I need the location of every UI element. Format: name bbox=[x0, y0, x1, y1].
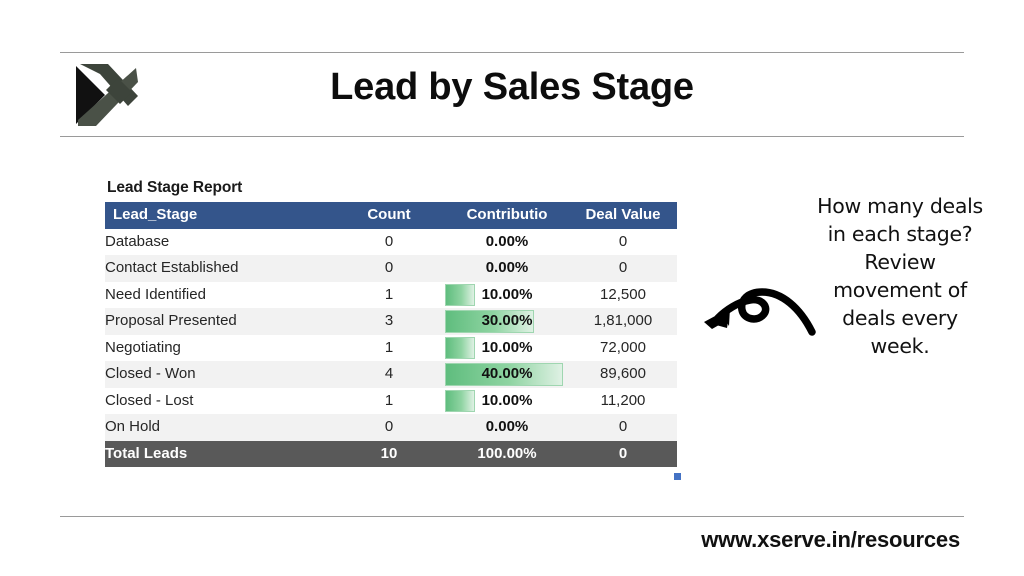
selection-handle[interactable] bbox=[674, 473, 681, 480]
footer-divider bbox=[60, 516, 964, 517]
table-body: Database 0 0.00% 0 Contact Established 0 0.00%… bbox=[105, 228, 677, 441]
table-row: Negotiating 1 10.00% 72,000 bbox=[105, 334, 677, 361]
cell-contribution: 10.00% bbox=[445, 387, 569, 414]
total-row: Total Leads 10 100.00% 0 bbox=[105, 440, 677, 467]
cell-lead-stage: Negotiating bbox=[105, 334, 333, 361]
cell-count: 1 bbox=[333, 281, 445, 308]
slide-header: Lead by Sales Stage bbox=[60, 54, 964, 134]
cell-count: 3 bbox=[333, 308, 445, 335]
cell-contribution: 0.00% bbox=[445, 414, 569, 441]
annotation-text: How many deals in each stage? Review mov… bbox=[817, 194, 983, 359]
table-row: Database 0 0.00% 0 bbox=[105, 228, 677, 255]
table-header-row: Lead_Stage Count Contributio Deal Value bbox=[105, 202, 677, 229]
cell-count: 1 bbox=[333, 387, 445, 414]
footer-url: www.xserve.in/resources bbox=[701, 527, 960, 552]
cell-lead-stage: Contact Established bbox=[105, 255, 333, 282]
contribution-value: 10.00% bbox=[481, 285, 533, 303]
total-label: Total Leads bbox=[105, 440, 333, 467]
cell-deal-value: 0 bbox=[569, 228, 677, 255]
cell-deal-value: 1,81,000 bbox=[569, 308, 677, 335]
table-header: Lead_Stage Count Contributio Deal Value bbox=[105, 202, 677, 229]
table-row: Need Identified 1 10.00% 12,500 bbox=[105, 281, 677, 308]
contribution-value: 0.00% bbox=[485, 259, 529, 276]
report-title: Lead Stage Report bbox=[107, 179, 243, 196]
table-row: Closed - Lost 1 10.00% 11,200 bbox=[105, 387, 677, 414]
cell-deal-value: 0 bbox=[569, 414, 677, 441]
lead-stage-report: Lead Stage Report Lead_Stage Count Contr… bbox=[105, 179, 681, 480]
contribution-value: 30.00% bbox=[481, 312, 533, 329]
contribution-databar bbox=[445, 336, 475, 359]
cell-contribution: 0.00% bbox=[445, 255, 569, 282]
cell-lead-stage: Proposal Presented bbox=[105, 308, 333, 335]
cell-count: 4 bbox=[333, 361, 445, 388]
cell-contribution: 10.00% bbox=[445, 334, 569, 361]
total-count: 10 bbox=[333, 440, 445, 467]
cell-lead-stage: On Hold bbox=[105, 414, 333, 441]
curly-arrow-left-icon bbox=[696, 282, 816, 338]
contribution-value: 10.00% bbox=[481, 338, 533, 356]
cell-deal-value: 89,600 bbox=[569, 361, 677, 388]
contribution-databar bbox=[445, 389, 475, 412]
cell-lead-stage: Closed - Lost bbox=[105, 387, 333, 414]
cell-count: 0 bbox=[333, 414, 445, 441]
cell-count: 0 bbox=[333, 228, 445, 255]
cell-lead-stage: Need Identified bbox=[105, 281, 333, 308]
cell-contribution: 30.00% bbox=[445, 308, 569, 335]
table-row: On Hold 0 0.00% 0 bbox=[105, 414, 677, 441]
slide-canvas: Lead by Sales Stage Lead Stage Report Le… bbox=[0, 0, 1024, 576]
cell-deal-value: 0 bbox=[569, 255, 677, 282]
column-header-deal-value[interactable]: Deal Value bbox=[569, 202, 677, 229]
column-header-lead-stage[interactable]: Lead_Stage bbox=[105, 202, 333, 229]
table-footer: Total Leads 10 100.00% 0 bbox=[105, 440, 677, 467]
cell-deal-value: 11,200 bbox=[569, 387, 677, 414]
header-divider-top bbox=[60, 52, 964, 53]
cell-lead-stage: Closed - Won bbox=[105, 361, 333, 388]
cell-deal-value: 72,000 bbox=[569, 334, 677, 361]
header-divider-bottom bbox=[60, 136, 964, 137]
table-row: Proposal Presented 3 30.00% 1,81,000 bbox=[105, 308, 677, 335]
contribution-databar bbox=[445, 283, 475, 306]
total-deal-value: 0 bbox=[569, 440, 677, 467]
column-header-count[interactable]: Count bbox=[333, 202, 445, 229]
contribution-value: 40.00% bbox=[481, 365, 533, 382]
cell-contribution: 0.00% bbox=[445, 228, 569, 255]
contribution-value: 10.00% bbox=[481, 391, 533, 409]
cell-contribution: 40.00% bbox=[445, 361, 569, 388]
cell-contribution: 10.00% bbox=[445, 281, 569, 308]
contribution-value: 0.00% bbox=[485, 232, 529, 250]
column-header-contribution[interactable]: Contributio bbox=[445, 202, 569, 229]
cell-deal-value: 12,500 bbox=[569, 281, 677, 308]
cell-count: 1 bbox=[333, 334, 445, 361]
cell-count: 0 bbox=[333, 255, 445, 282]
lead-stage-table: Lead_Stage Count Contributio Deal Value … bbox=[105, 202, 677, 467]
table-row: Closed - Won 4 40.00% 89,600 bbox=[105, 361, 677, 388]
page-title: Lead by Sales Stage bbox=[330, 66, 694, 108]
cell-lead-stage: Database bbox=[105, 228, 333, 255]
table-row: Contact Established 0 0.00% 0 bbox=[105, 255, 677, 282]
contribution-value: 0.00% bbox=[485, 418, 529, 435]
total-contribution: 100.00% bbox=[445, 440, 569, 467]
